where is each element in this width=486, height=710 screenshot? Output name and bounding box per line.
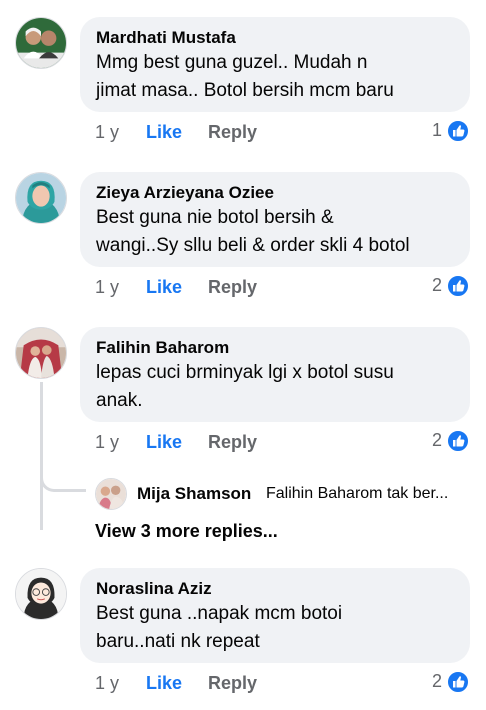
thread-connector: [40, 462, 86, 492]
comment-actions: 1 y Like Reply: [95, 122, 295, 146]
profile-photo-wedding-icon: [16, 328, 66, 378]
reply-button[interactable]: Reply: [208, 277, 257, 298]
view-more-replies-link[interactable]: View 3 more replies...: [95, 521, 278, 542]
reply-text: Falihin Baharom tak ber...: [266, 485, 449, 502]
reaction-count[interactable]: 2: [410, 670, 470, 697]
reaction-number: 1: [431, 120, 442, 140]
profile-photo-woman-hijab-icon: [16, 173, 66, 223]
like-button[interactable]: Like: [146, 432, 182, 453]
profile-photo-couple-icon: [16, 18, 66, 68]
comment-bubble: Noraslina Aziz Best guna ..napak mcm bot…: [80, 568, 470, 663]
reply-preview[interactable]: Mija Shamson Falihin Baharom tak ber...: [95, 478, 475, 512]
thread-line: [40, 382, 43, 530]
thumbs-up-icon: [446, 670, 470, 694]
like-button[interactable]: Like: [146, 277, 182, 298]
like-button[interactable]: Like: [146, 122, 182, 143]
comment-author[interactable]: Mardhati Mustafa: [96, 27, 454, 49]
thumbs-up-icon: [446, 429, 470, 453]
reply-button[interactable]: Reply: [208, 122, 257, 143]
comment-time[interactable]: 1 y: [95, 673, 119, 694]
comment-time[interactable]: 1 y: [95, 122, 119, 143]
comment-actions: 1 y Like Reply: [95, 432, 295, 456]
comment-author[interactable]: Noraslina Aziz: [96, 578, 454, 600]
comment-bubble: Mardhati Mustafa Mmg best guna guzel.. M…: [80, 17, 470, 112]
comment-time[interactable]: 1 y: [95, 432, 119, 453]
avatar[interactable]: [15, 17, 67, 69]
avatar[interactable]: [15, 172, 67, 224]
reaction-count[interactable]: 2: [410, 429, 470, 456]
comment-text: lepas cuci brminyak lgi x botol susu ana…: [96, 362, 394, 411]
reaction-number: 2: [431, 430, 442, 450]
comment-actions: 1 y Like Reply: [95, 277, 295, 301]
comment-bubble: Zieya Arzieyana Oziee Best guna nie boto…: [80, 172, 470, 267]
reaction-number: 2: [431, 275, 442, 295]
thumbs-up-icon: [446, 119, 470, 143]
reaction-count[interactable]: 1: [410, 119, 470, 146]
reply-author[interactable]: Mija Shamson: [137, 484, 251, 504]
reply-button[interactable]: Reply: [208, 432, 257, 453]
reaction-number: 2: [431, 671, 442, 691]
comment-text: Mmg best guna guzel.. Mudah n jimat masa…: [96, 52, 394, 101]
avatar[interactable]: [15, 327, 67, 379]
comment-bubble: Falihin Baharom lepas cuci brminyak lgi …: [80, 327, 470, 422]
avatar[interactable]: [95, 478, 127, 510]
comment-author[interactable]: Zieya Arzieyana Oziee: [96, 182, 454, 204]
thumbs-up-icon: [446, 274, 470, 298]
reply-button[interactable]: Reply: [208, 673, 257, 694]
comment-time[interactable]: 1 y: [95, 277, 119, 298]
comment-text: Best guna ..napak mcm botoi baru..nati n…: [96, 603, 343, 652]
comment-actions: 1 y Like Reply: [95, 673, 295, 697]
avatar[interactable]: [15, 568, 67, 620]
like-button[interactable]: Like: [146, 673, 182, 694]
reaction-count[interactable]: 2: [410, 274, 470, 301]
profile-photo-cartoon-hijab-icon: [16, 569, 66, 619]
comment-text: Best guna nie botol bersih & wangi..Sy s…: [96, 207, 410, 256]
profile-photo-group-icon: [96, 479, 126, 509]
comment-author[interactable]: Falihin Baharom: [96, 337, 454, 359]
